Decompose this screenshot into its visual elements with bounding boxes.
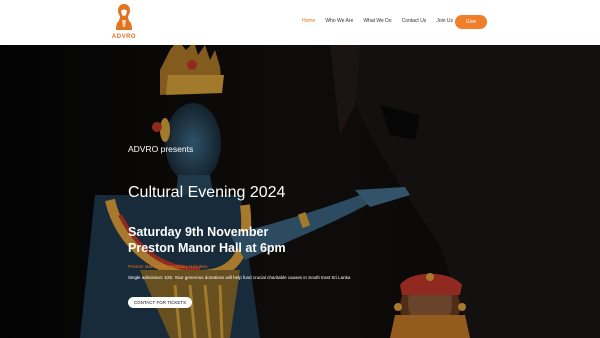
logo-text: ADVRO (111, 34, 137, 40)
main-nav: Home Who We Are What We Do Contact Us Jo… (302, 18, 463, 24)
hero-admission: Single admission: £25. Your generous don… (128, 275, 351, 280)
advro-logo[interactable]: ADVRO (110, 3, 138, 43)
hero-title: Cultural Evening 2024 (128, 184, 286, 201)
contact-for-tickets-button[interactable]: CONTACT FOR TICKETS (128, 297, 192, 308)
nav-home[interactable]: Home (302, 18, 315, 24)
hero-date: Saturday 9th November (128, 225, 269, 239)
hero-venue: Preston Manor Hall at 6pm (128, 241, 286, 255)
nav-what-we-do[interactable]: What We Do (363, 18, 391, 24)
site-header: ADVRO Home Who We Are What We Do Contact… (0, 0, 600, 45)
logo-figure-icon (116, 4, 132, 30)
hero-address: Preston Manor Hall, Wembley HA9 8NA (128, 264, 208, 269)
nav-who-we-are[interactable]: Who We Are (325, 18, 353, 24)
hero-section: ADVRO presents Cultural Evening 2024 Sat… (0, 45, 600, 338)
give-button[interactable]: Give (455, 15, 487, 29)
hero-background-image (0, 45, 600, 338)
nav-contact-us[interactable]: Contact Us (402, 18, 427, 24)
nav-join-us[interactable]: Join Us (436, 18, 453, 24)
hero-presents: ADVRO presents (128, 144, 194, 154)
